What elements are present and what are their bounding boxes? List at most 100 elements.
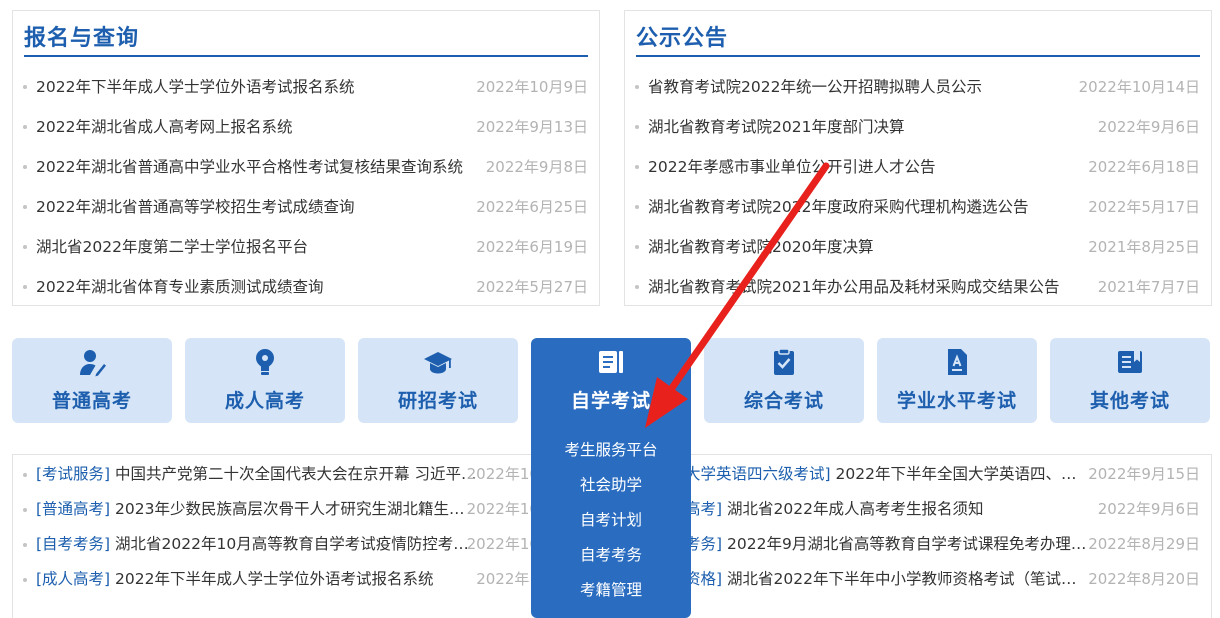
bullet-icon [23, 473, 27, 477]
list-item-link[interactable]: 2022年下半年成人学士学位外语考试报名系统 [36, 67, 479, 107]
list-item-link[interactable]: 2022年湖北省普通高中学业水平合格性考试复核结果查询系统 [36, 147, 479, 187]
list-item: 2022年湖北省普通高中学业水平合格性考试复核结果查询系统 2022年9月8日 [13, 147, 599, 187]
news-item: [普通高考] 2023年少数民族高层次骨干人才研究生湖北籍生源报考说明2022年… [13, 492, 599, 527]
tile-label: 研招考试 [397, 390, 478, 412]
news-date: 2022年8月29日 [1088, 535, 1200, 553]
news-category-link[interactable]: [成人高考] [36, 570, 110, 588]
list-item-date: 2022年5月27日 [476, 278, 588, 296]
panel-divider [636, 55, 1200, 57]
list-item-date: 2022年9月6日 [1097, 118, 1200, 136]
list-item: 2022年下半年成人学士学位外语考试报名系统 2022年10月9日 [13, 67, 599, 107]
list-item-date: 2022年9月8日 [485, 158, 588, 176]
panel-title: 报名与查询 [24, 26, 140, 51]
news-category-link[interactable]: [普通高考] [36, 500, 110, 518]
list-item-link[interactable]: 2022年湖北省成人高考网上报名系统 [36, 107, 479, 147]
registration-query-panel: 报名与查询 2022年下半年成人学士学位外语考试报名系统 2022年10月9日 2… [12, 10, 600, 306]
news-list-right: [全国大学英语四六级考试] 2022年下半年全国大学英语四、六级考试报名2022… [624, 454, 1212, 618]
tile-academic-level-exam[interactable]: 学业水平考试 [877, 338, 1037, 423]
news-title-link[interactable]: 湖北省2022年成人高考考生报名须知 [727, 500, 983, 518]
document-a-icon [948, 349, 967, 375]
tile-other-exams[interactable]: 其他考试 [1050, 338, 1210, 423]
bullet-icon [23, 578, 27, 582]
list-item-date: 2022年6月19日 [476, 238, 588, 256]
bullet-icon [23, 85, 27, 89]
news-title-link[interactable]: 2022年9月湖北省高等教育自学考试课程免考办理公告 [727, 535, 1091, 553]
bullet-icon [23, 543, 27, 547]
tile-label: 综合考试 [743, 390, 824, 412]
news-list-left: [考试服务] 中国共产党第二十次全国代表大会在京开幕 习近平代表第十九届中央委员… [12, 454, 600, 618]
news-title-link[interactable]: 2023年少数民族高层次骨干人才研究生湖北籍生源报考说明 [115, 500, 479, 518]
list-item-date: 2022年10月9日 [476, 78, 588, 96]
news-item: [成人高考] 湖北省2022年成人高考考生报名须知2022年9月6日 [625, 492, 1211, 527]
news-title-link[interactable]: 2022年下半年成人学士学位外语考试报名系统 [115, 570, 433, 588]
news-item: [成人高考] 2022年下半年成人学士学位外语考试报名系统2022年10月9日 [13, 562, 599, 597]
list-item-link[interactable]: 省教育考试院2022年统一公开招聘拟聘人员公示 [648, 67, 1091, 107]
bullet-icon [635, 205, 639, 209]
clipboard-check-icon [774, 348, 794, 375]
list-item-link[interactable]: 湖北省2022年度第二学士学位报名平台 [36, 227, 479, 267]
list-item: 湖北省教育考试院2021年办公用品及耗材采购成交结果公告 2021年7月7日 [625, 267, 1211, 307]
list-item: 省教育考试院2022年统一公开招聘拟聘人员公示 2022年10月14日 [625, 67, 1211, 107]
graduation-cap-icon [424, 352, 452, 374]
bullet-icon [635, 85, 639, 89]
list-item-date: 2022年5月17日 [1088, 198, 1200, 216]
list-item-date: 2022年10月14日 [1078, 78, 1200, 96]
tile-general-gaokao[interactable]: 普通高考 [12, 338, 172, 423]
news-item: [自考考务] 湖北省2022年10月高等教育自学考试疫情防控考生须知 2022年1… [13, 527, 599, 562]
menu-item-candidate-service-platform[interactable]: 考生服务平台 [531, 433, 691, 468]
news-title-link[interactable]: 湖北省2022年下半年中小学教师资格考试（笔试）公告 [727, 570, 1091, 588]
tile-label: 成人高考 [224, 390, 305, 412]
bullet-icon [23, 205, 27, 209]
bullet-icon [23, 245, 27, 249]
list-item-date: 2022年6月25日 [476, 198, 588, 216]
news-date: 2022年9月15日 [1088, 465, 1200, 483]
news-title-link[interactable]: 湖北省2022年10月高等教育自学考试疫情防控考生须知 [115, 535, 479, 553]
list-item-link[interactable]: 湖北省教育考试院2021年办公用品及耗材采购成交结果公告 [648, 267, 1091, 307]
bullet-icon [635, 125, 639, 129]
list-item: 湖北省教育考试院2020年度决算 2021年8月25日 [625, 227, 1211, 267]
announcements-panel: 公示公告 省教育考试院2022年统一公开招聘拟聘人员公示 2022年10月14日 … [624, 10, 1212, 306]
list-item-date: 2022年9月13日 [476, 118, 588, 136]
news-item: [考试服务] 中国共产党第二十次全国代表大会在京开幕 习近平代表第十九届中央委员… [13, 457, 599, 492]
bullet-icon [23, 125, 27, 129]
tile-comprehensive-exam[interactable]: 综合考试 [704, 338, 864, 423]
panel-title: 公示公告 [636, 26, 729, 51]
tile-postgraduate-exam[interactable]: 研招考试 [358, 338, 518, 423]
list-item-link[interactable]: 2022年孝感市事业单位公开引进人才公告 [648, 147, 1091, 187]
news-title-link[interactable]: 中国共产党第二十次全国代表大会在京开幕 习近平代表第十九届中央委员会向大会作报告 [115, 465, 479, 483]
list-item-link[interactable]: 2022年湖北省体育专业素质测试成绩查询 [36, 267, 479, 307]
menu-item-self-study-exam-affairs[interactable]: 自考考务 [531, 538, 691, 573]
news-category-link[interactable]: [考试服务] [36, 465, 110, 483]
book-icon [599, 351, 623, 373]
news-item: [教师资格] 湖北省2022年下半年中小学教师资格考试（笔试）公告2022年8月… [625, 562, 1211, 597]
list-item-link[interactable]: 湖北省教育考试院2021年度部门决算 [648, 107, 1091, 147]
list-item: 2022年孝感市事业单位公开引进人才公告 2022年6月18日 [625, 147, 1211, 187]
tile-self-study-exam[interactable]: 自学考试 [531, 338, 691, 423]
news-date: 2022年8月20日 [1088, 570, 1200, 588]
bullet-icon [23, 508, 27, 512]
tile-adult-gaokao[interactable]: 成人高考 [185, 338, 345, 423]
menu-item-self-study-plan[interactable]: 自考计划 [531, 503, 691, 538]
news-item: [全国大学英语四六级考试] 2022年下半年全国大学英语四、六级考试报名2022… [625, 457, 1211, 492]
bullet-icon [23, 165, 27, 169]
news-date: 2022年9月6日 [1097, 500, 1200, 518]
tile-label: 普通高考 [51, 390, 132, 412]
list-item: 2022年湖北省普通高等学校招生考试成绩查询 2022年6月25日 [13, 187, 599, 227]
list-item-link[interactable]: 湖北省教育考试院2022年度政府采购代理机构遴选公告 [648, 187, 1091, 227]
list-item-link[interactable]: 2022年湖北省普通高等学校招生考试成绩查询 [36, 187, 479, 227]
bullet-icon [635, 285, 639, 289]
menu-item-social-study-support[interactable]: 社会助学 [531, 468, 691, 503]
news-title-link[interactable]: 2022年下半年全国大学英语四、六级考试报名 [836, 465, 1091, 483]
bookmark-book-icon [1118, 351, 1142, 373]
list-item: 湖北省教育考试院2021年度部门决算 2022年9月6日 [625, 107, 1211, 147]
person-pen-icon [80, 350, 106, 377]
registration-list: 2022年下半年成人学士学位外语考试报名系统 2022年10月9日 2022年湖北… [13, 67, 599, 307]
list-item: 2022年湖北省体育专业素质测试成绩查询 2022年5月27日 [13, 267, 599, 307]
list-item: 2022年湖北省成人高考网上报名系统 2022年9月13日 [13, 107, 599, 147]
news-category-link[interactable]: [自考考务] [36, 535, 110, 553]
tile-label: 其他考试 [1089, 390, 1170, 412]
menu-item-registration-management[interactable]: 考籍管理 [531, 573, 691, 608]
panel-divider [24, 55, 588, 57]
list-item-link[interactable]: 湖北省教育考试院2020年度决算 [648, 227, 1091, 267]
self-study-dropdown-menu: 考生服务平台 社会助学 自考计划 自考考务 考籍管理 [531, 422, 691, 618]
